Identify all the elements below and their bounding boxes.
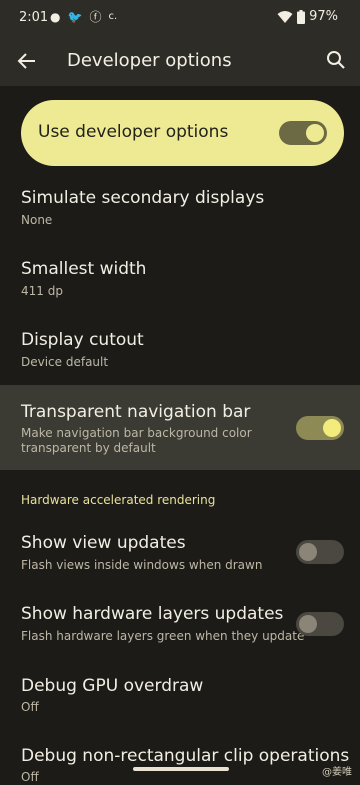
setting-debug-gpu-overdraw[interactable]: Debug GPU overdraw Off	[0, 668, 360, 724]
toggle-knob	[306, 124, 324, 142]
setting-subtitle: Device default	[21, 355, 109, 369]
toggle-knob	[299, 615, 317, 633]
setting-simulate-secondary-displays[interactable]: Simulate secondary displays None	[0, 180, 360, 236]
setting-show-view-updates[interactable]: Show view updates Flash views inside win…	[0, 525, 360, 585]
setting-smallest-width[interactable]: Smallest width 411 dp	[0, 252, 360, 308]
setting-title: Debug non-rectangular clip operations	[21, 746, 350, 766]
toggle-knob	[299, 543, 317, 561]
setting-title: Transparent navigation bar	[21, 402, 251, 422]
battery-percent: 97%	[309, 9, 338, 24]
show-view-updates-toggle[interactable]	[296, 540, 344, 564]
setting-title: Show hardware layers updates	[21, 604, 284, 624]
page-title: Developer options	[67, 50, 232, 71]
setting-subtitle: Off	[21, 700, 39, 714]
status-time: 2:01	[19, 10, 49, 25]
search-icon[interactable]	[326, 50, 346, 70]
setting-title: Simulate secondary displays	[21, 188, 265, 208]
setting-subtitle-line2: transparent by default	[21, 441, 156, 455]
cast-icon: c.	[108, 11, 118, 22]
watermark: @姜唯	[322, 767, 352, 778]
setting-display-cutout[interactable]: Display cutout Device default	[0, 322, 360, 378]
use-developer-options-label: Use developer options	[38, 122, 229, 142]
gesture-navigation-handle[interactable]	[133, 767, 229, 771]
setting-show-hardware-layers-updates[interactable]: Show hardware layers updates Flash hardw…	[0, 597, 360, 657]
wifi-icon	[277, 10, 293, 23]
status-bar: 2:01 ● 🐦 ⓕ c. 97%	[0, 0, 360, 36]
use-developer-options-switch-card[interactable]: Use developer options	[21, 100, 344, 166]
setting-subtitle: Off	[21, 770, 39, 784]
setting-subtitle: 411 dp	[21, 284, 63, 298]
setting-debug-clip-operations[interactable]: Debug non-rectangular clip operations Of…	[0, 738, 360, 784]
use-developer-options-toggle[interactable]	[279, 121, 327, 145]
setting-transparent-navigation-bar[interactable]: Transparent navigation bar Make navigati…	[0, 385, 360, 470]
toggle-knob	[323, 419, 341, 437]
setting-subtitle: Flash views inside windows when drawn	[21, 558, 263, 572]
setting-subtitle: None	[21, 213, 53, 227]
app-bar: Developer options	[0, 36, 360, 86]
battery-icon	[297, 9, 306, 24]
status-notification-icons: ● 🐦 ⓕ c.	[50, 10, 117, 24]
app-icon: ⓕ	[89, 10, 102, 24]
status-right: 97%	[277, 9, 338, 24]
setting-title: Show view updates	[21, 533, 186, 553]
back-arrow-icon[interactable]	[16, 50, 38, 72]
setting-title: Display cutout	[21, 330, 144, 350]
transparent-navigation-bar-toggle[interactable]	[296, 416, 344, 440]
setting-subtitle-line1: Make navigation bar background color	[21, 426, 252, 440]
show-hardware-layers-toggle[interactable]	[296, 612, 344, 636]
section-header-hardware-rendering: Hardware accelerated rendering	[21, 493, 216, 507]
setting-subtitle: Flash hardware layers green when they up…	[21, 629, 305, 643]
setting-title: Smallest width	[21, 259, 147, 279]
twitter-icon: 🐦	[67, 10, 83, 24]
setting-title: Debug GPU overdraw	[21, 676, 204, 696]
notification-icon: ●	[50, 10, 61, 24]
